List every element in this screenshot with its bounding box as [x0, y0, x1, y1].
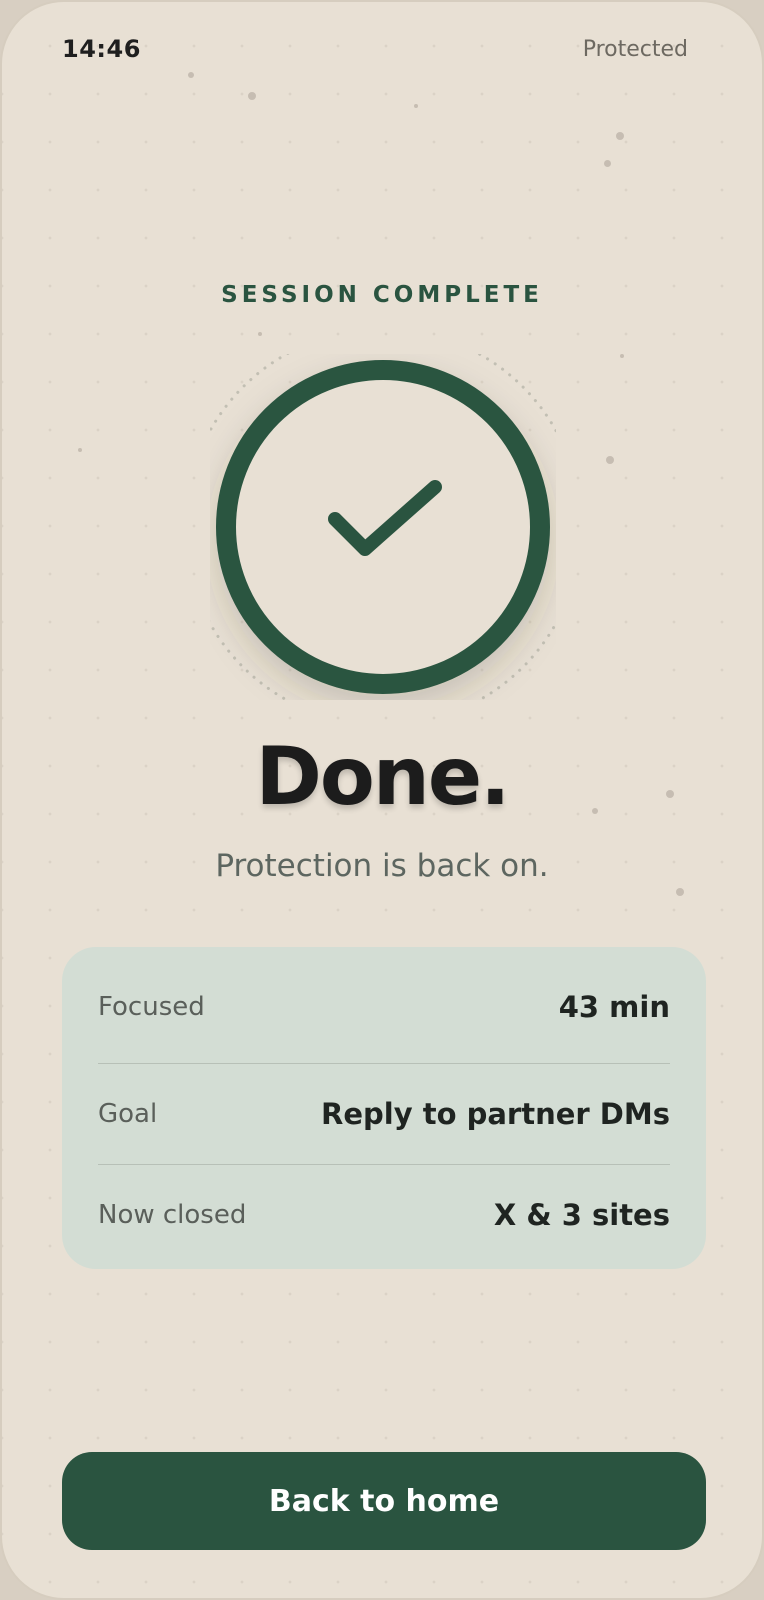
summary-label: Goal: [98, 1099, 158, 1129]
background-speck: [258, 332, 262, 336]
session-summary-card: Focused 43 min Goal Reply to partner DMs…: [62, 947, 706, 1269]
background-speck: [414, 104, 418, 108]
background-speck: [604, 160, 611, 167]
summary-row-focused: Focused 43 min: [98, 947, 670, 1064]
page-title: Done.: [255, 730, 511, 823]
summary-row-goal: Goal Reply to partner DMs: [98, 1064, 670, 1165]
page-subtitle: Protection is back on.: [215, 848, 549, 884]
summary-label: Focused: [98, 992, 205, 1022]
background-speck: [616, 132, 624, 140]
background-speck: [78, 448, 82, 452]
summary-label: Now closed: [98, 1200, 247, 1230]
protection-status: Protected: [582, 36, 688, 62]
phone-screen: 14:46 Protected SESSION COMPLETE Done. P…: [0, 0, 764, 1600]
summary-value: 43 min: [558, 990, 670, 1024]
background-speck: [606, 456, 614, 464]
background-speck: [676, 888, 684, 896]
status-bar: 14:46 Protected: [62, 32, 688, 66]
background-speck: [188, 72, 194, 78]
clock: 14:46: [62, 35, 141, 63]
summary-row-now-closed: Now closed X & 3 sites: [98, 1165, 670, 1265]
summary-value: X & 3 sites: [493, 1198, 670, 1232]
background-speck: [248, 92, 256, 100]
checkmark-circle-icon: [210, 354, 556, 700]
session-complete-label: SESSION COMPLETE: [221, 282, 543, 308]
back-to-home-button[interactable]: Back to home: [62, 1452, 706, 1550]
summary-value: Reply to partner DMs: [321, 1097, 670, 1131]
background-speck: [620, 354, 624, 358]
